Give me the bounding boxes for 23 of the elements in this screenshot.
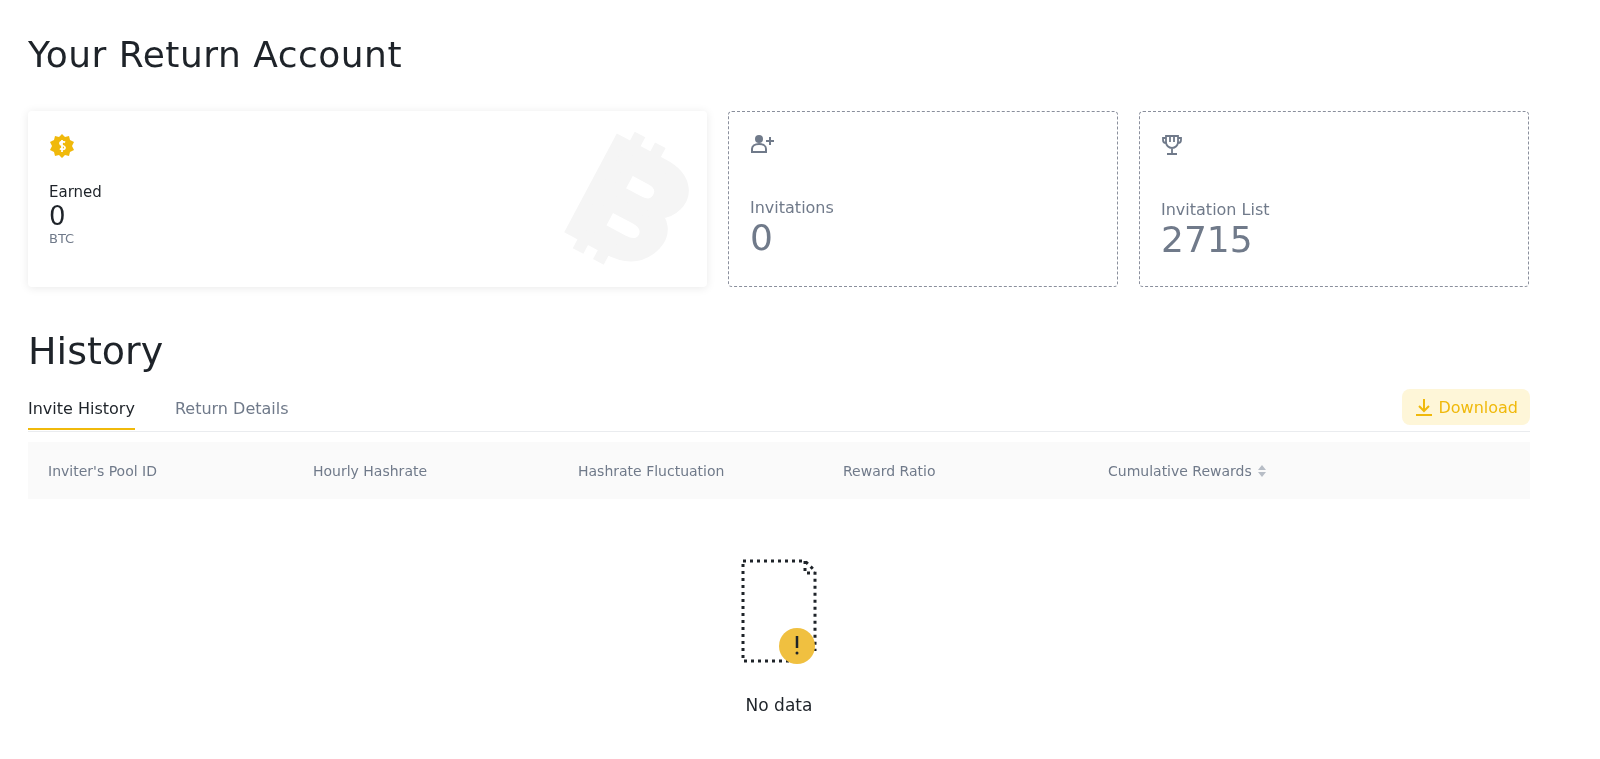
column-header: Reward Ratio bbox=[843, 462, 936, 479]
add-user-icon bbox=[750, 134, 776, 154]
column-header: Inviter's Pool ID bbox=[48, 462, 157, 479]
section-title: History bbox=[28, 329, 165, 373]
stat-value: 2715 bbox=[1161, 219, 1253, 260]
tab[interactable]: Return Details bbox=[174, 390, 289, 430]
download-icon bbox=[1414, 397, 1435, 417]
stat-label: Earned bbox=[49, 183, 102, 201]
page-title: Your Return Account bbox=[28, 34, 404, 75]
column-header: Cumulative Rewards bbox=[1108, 462, 1252, 479]
column-header: Hourly Hashrate bbox=[313, 462, 428, 479]
currency-unit: BTC bbox=[49, 231, 75, 246]
stat-label: Invitations bbox=[750, 198, 834, 217]
stat-value: 0 bbox=[49, 201, 66, 231]
stat-label: Invitation List bbox=[1161, 200, 1270, 219]
coin-icon bbox=[49, 133, 75, 159]
sort-icon[interactable] bbox=[1257, 464, 1266, 477]
trophy-icon bbox=[1161, 134, 1183, 156]
empty-state-text: No data bbox=[745, 695, 813, 715]
stat-value: 0 bbox=[750, 217, 773, 258]
tab[interactable]: Invite History bbox=[28, 390, 135, 430]
column-header: Hashrate Fluctuation bbox=[578, 462, 725, 479]
empty-document-icon bbox=[739, 557, 819, 667]
